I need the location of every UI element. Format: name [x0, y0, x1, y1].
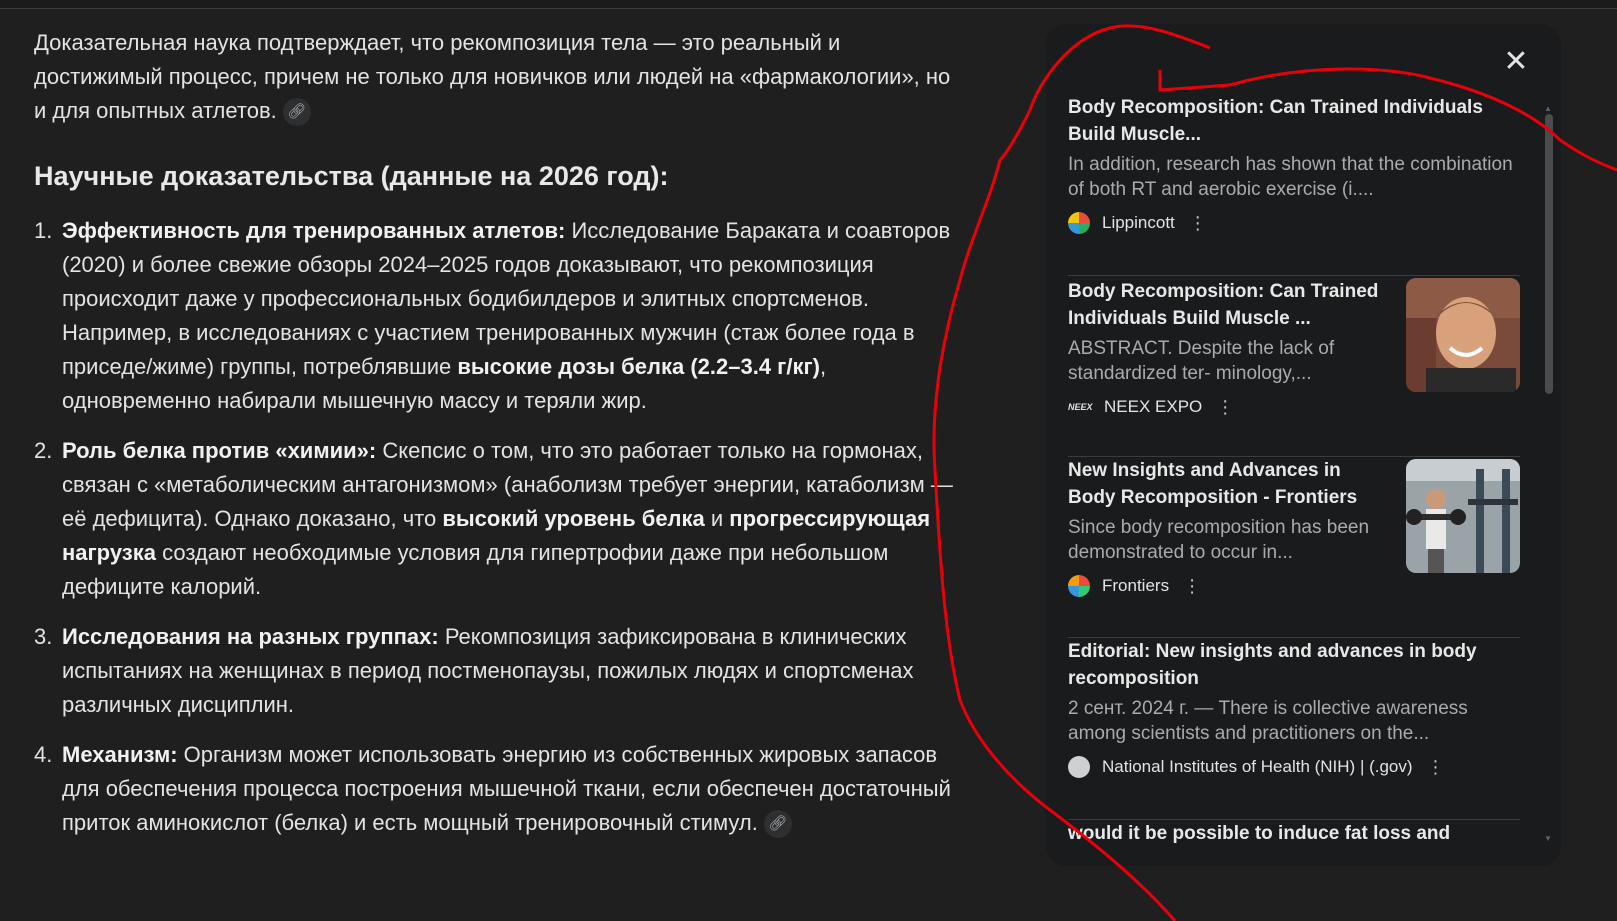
lippincott-favicon-icon: [1068, 212, 1090, 234]
source-title[interactable]: Editorial: New insights and advances in …: [1068, 638, 1520, 692]
gym-thumbnail[interactable]: [1406, 459, 1520, 573]
close-icon[interactable]: ✕: [1500, 46, 1532, 78]
source-card[interactable]: New Insights and Advances in Body Recomp…: [1068, 457, 1520, 638]
evidence-list: 1. Эффективность для тренированных атлет…: [34, 214, 954, 840]
scrollbar[interactable]: ▲ ▼: [1542, 104, 1556, 849]
source-title[interactable]: New Insights and Advances in Body Recomp…: [1068, 457, 1383, 511]
sources-panel: ✕ Body Recomposition: Can Trained Indivi…: [1046, 24, 1561, 866]
section-heading: Научные доказательства (данные на 2026 г…: [34, 161, 669, 191]
source-title[interactable]: Body Recomposition: Can Trained Individu…: [1068, 94, 1520, 148]
source-card[interactable]: would it be possible to induce fat loss …: [1068, 820, 1520, 866]
frontiers-favicon-icon: [1068, 575, 1090, 597]
source-origin: Lippincott ⋮: [1068, 212, 1520, 234]
source-snippet: In addition, research has shown that the…: [1068, 154, 1513, 200]
source-title[interactable]: Body Recomposition: Can Trained Individu…: [1068, 278, 1383, 332]
scrollbar-thumb[interactable]: [1545, 114, 1553, 394]
source-snippet: ABSTRACT. Despite the lack of standardiz…: [1068, 338, 1335, 384]
more-options-icon[interactable]: ⋮: [1183, 576, 1201, 597]
list-item: 4. Механизм: Организм может использовать…: [34, 738, 954, 840]
more-options-icon[interactable]: ⋮: [1216, 397, 1234, 418]
list-item: 1. Эффективность для тренированных атлет…: [34, 218, 951, 413]
scroll-up-icon[interactable]: ▲: [1544, 104, 1552, 113]
source-name: NEEX EXPO: [1104, 397, 1203, 416]
link-icon[interactable]: 🔗︎: [282, 98, 311, 127]
list-item: 2. Роль белка против «химии»: Скепсис о …: [34, 438, 953, 599]
source-card[interactable]: Body Recomposition: Can Trained Individu…: [1068, 94, 1520, 276]
source-origin: NEEX NEEX EXPO ⋮: [1068, 396, 1520, 418]
source-name: Lippincott: [1102, 213, 1175, 232]
top-divider: [0, 0, 1617, 9]
source-name: National Institutes of Health (NIH) | (.…: [1102, 757, 1413, 776]
neex-favicon-icon: NEEX: [1068, 402, 1093, 412]
list-item: 3. Исследования на разных группах: Реком…: [34, 624, 914, 717]
source-title[interactable]: would it be possible to induce fat loss …: [1068, 820, 1520, 847]
nih-favicon-icon: [1068, 756, 1090, 778]
scroll-down-icon[interactable]: ▼: [1544, 834, 1552, 843]
source-snippet: 2 сент. 2024 г. — There is collective aw…: [1068, 698, 1468, 744]
source-card[interactable]: Editorial: New insights and advances in …: [1068, 638, 1520, 820]
link-icon[interactable]: 🔗︎: [763, 810, 792, 839]
more-options-icon[interactable]: ⋮: [1427, 757, 1445, 778]
source-card[interactable]: Body Recomposition: Can Trained Individu…: [1068, 276, 1520, 457]
answer-article: Доказательная наука подтверждает, что ре…: [34, 26, 954, 856]
source-name: Frontiers: [1102, 576, 1170, 595]
intro-text: Доказательная наука подтверждает, что ре…: [34, 30, 951, 123]
source-origin: National Institutes of Health (NIH) | (.…: [1068, 756, 1520, 778]
more-options-icon[interactable]: ⋮: [1189, 213, 1207, 234]
source-origin: Frontiers ⋮: [1068, 575, 1520, 597]
man-portrait-thumbnail[interactable]: [1406, 278, 1520, 392]
source-snippet: Since body recomposition has been demons…: [1068, 517, 1370, 563]
intro-paragraph: Доказательная наука подтверждает, что ре…: [34, 26, 954, 128]
